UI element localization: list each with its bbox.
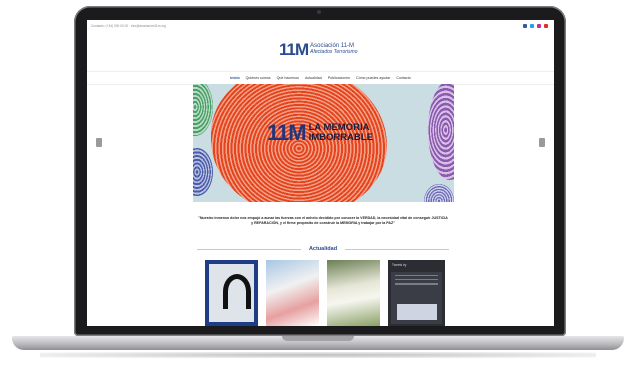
fingerprint-purple	[428, 84, 454, 180]
instagram-icon[interactable]	[537, 24, 541, 28]
youtube-icon[interactable]	[544, 24, 548, 28]
contact-info: Contacto: (+34) 000 00 00 · info@asociac…	[91, 24, 166, 28]
section-heading: Actualidad	[197, 243, 449, 255]
main-nav: Inicio Quiénes somos Qué hacemos Actuali…	[87, 71, 554, 85]
logo-text: Asociación 11-M Afectados Terrorismo	[310, 43, 358, 55]
laptop-shadow	[40, 352, 596, 358]
twitter-feed-widget[interactable]: Tweets by	[388, 260, 445, 326]
news-card-flowers[interactable]	[266, 260, 319, 326]
nav-item-como-ayudar[interactable]: Cómo puedes ayudar	[356, 72, 390, 84]
hero-text: LA MEMORIA IMBORRABLE	[309, 123, 373, 143]
nav-item-actualidad[interactable]: Actualidad	[305, 72, 322, 84]
tweet-text-line	[395, 283, 438, 285]
site-topbar: Contacto: (+34) 000 00 00 · info@asociac…	[87, 20, 554, 32]
camera-dot	[317, 10, 321, 14]
fingerprint-green	[193, 84, 213, 136]
hero-title: 11M LA MEMORIA IMBORRABLE	[267, 122, 373, 144]
fingerprint-violet	[424, 184, 454, 202]
hero-mark: 11M	[267, 120, 307, 145]
nav-item-inicio[interactable]: Inicio	[230, 72, 239, 84]
news-card-wreath[interactable]	[327, 260, 380, 326]
ribbon-icon	[223, 274, 251, 309]
nav-item-contacto[interactable]: Contacto	[396, 72, 410, 84]
mission-quote: "Nuestro inmenso dolor nos empujó a auna…	[198, 216, 448, 225]
card-image	[209, 264, 254, 322]
tweet[interactable]	[391, 272, 442, 324]
news-cards: Tweets by	[205, 260, 445, 326]
social-links	[523, 24, 548, 28]
laptop-notch	[282, 336, 354, 341]
logo-line-2: Afectados Terrorismo	[310, 48, 358, 55]
twitter-icon[interactable]	[530, 24, 534, 28]
news-card-ribbon[interactable]	[205, 260, 258, 326]
divider-left	[197, 248, 301, 250]
twitter-feed-header: Tweets by	[392, 263, 407, 267]
tweet-image	[397, 304, 437, 320]
site-logo[interactable]: 11M Asociación 11-M Afectados Terrorismo	[279, 41, 357, 58]
prev-arrow-icon[interactable]	[96, 138, 102, 147]
laptop-screen: Contacto: (+34) 000 00 00 · info@asociac…	[87, 20, 554, 326]
fingerprint-blue	[193, 148, 213, 196]
next-arrow-icon[interactable]	[539, 138, 545, 147]
tweet-text-line	[395, 279, 438, 281]
tweet-text-line	[395, 275, 438, 277]
hero-line-2: IMBORRABLE	[308, 132, 373, 143]
laptop-base	[12, 336, 624, 350]
nav-item-publicaciones[interactable]: Publicaciones	[328, 72, 350, 84]
facebook-icon[interactable]	[523, 24, 527, 28]
logo-mark: 11M	[279, 40, 309, 59]
nav-item-que-hacemos[interactable]: Qué hacemos	[277, 72, 299, 84]
hero-banner[interactable]: 11M LA MEMORIA IMBORRABLE	[193, 84, 454, 202]
section-title: Actualidad	[308, 246, 338, 252]
divider-right	[345, 248, 449, 250]
nav-item-quienes-somos[interactable]: Quiénes somos	[246, 72, 271, 84]
